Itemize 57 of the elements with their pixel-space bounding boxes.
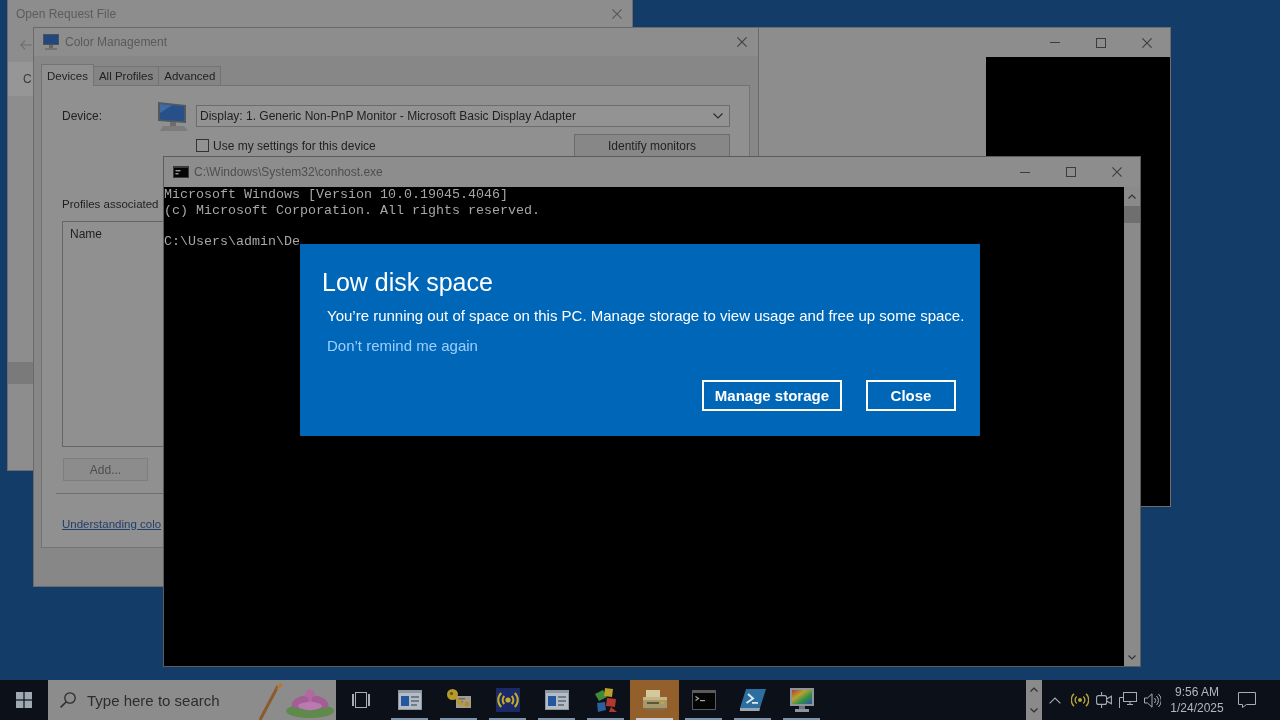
maximize-icon[interactable] xyxy=(1096,37,1106,48)
chevron-down-icon[interactable] xyxy=(1030,708,1038,713)
network-icon[interactable] xyxy=(1119,692,1137,708)
dismiss-link[interactable]: Don’t remind me again xyxy=(327,337,478,354)
device-dropdown[interactable]: Display: 1. Generic Non-PnP Monitor - Microsoft Basic Display Adapter xyxy=(196,105,730,127)
window-title: C:\Windows\System32\conhost.exe xyxy=(194,165,383,179)
column-header: C xyxy=(8,62,34,96)
search-field[interactable]: Type here to search xyxy=(48,680,336,720)
dialog-button[interactable]: Close xyxy=(866,380,956,411)
clock-time[interactable]: 9:56 AM xyxy=(1175,684,1219,700)
dialog-title: Low disk space xyxy=(322,267,493,297)
dialog-button[interactable]: Manage storage xyxy=(701,380,842,411)
monitor-icon[interactable] xyxy=(789,688,814,712)
close-icon[interactable] xyxy=(737,37,747,47)
scroll-up-icon[interactable] xyxy=(1128,194,1136,199)
chevron-up-icon[interactable] xyxy=(1030,687,1038,692)
close-icon[interactable] xyxy=(1142,37,1152,48)
dialog-message: You’re running out of space on this PC. Manage storage to view usage and free up some space. xyxy=(327,306,965,326)
key-icon[interactable] xyxy=(446,689,471,711)
printer-icon[interactable] xyxy=(642,690,667,710)
chevron-up-icon[interactable] xyxy=(1049,696,1061,704)
maximize-icon[interactable] xyxy=(1066,167,1076,177)
console-icon xyxy=(173,166,189,178)
tab[interactable]: Devices xyxy=(41,64,94,86)
windows-logo-icon[interactable] xyxy=(16,692,32,708)
terminal-icon[interactable] xyxy=(691,690,716,710)
broadcast-icon[interactable] xyxy=(1071,693,1089,707)
chevron-down-icon[interactable] xyxy=(713,113,723,119)
window-icon[interactable] xyxy=(397,690,422,710)
broadcast-icon[interactable] xyxy=(495,688,520,712)
section-label: Profiles associated xyxy=(62,197,159,211)
tab[interactable]: Advanced xyxy=(158,66,222,85)
identify-monitors-button[interactable]: Identify monitors xyxy=(574,134,730,157)
task-view-icon[interactable] xyxy=(351,692,370,708)
speaker-icon[interactable] xyxy=(1143,692,1161,708)
command-prompt: C:\Users\admin\De xyxy=(164,235,300,249)
puzzle-icon[interactable] xyxy=(594,688,617,712)
column-header: Name xyxy=(70,227,102,241)
monitor-icon xyxy=(43,34,59,50)
checkbox-label: Use my settings for this device xyxy=(213,138,376,153)
scroll-down-icon[interactable] xyxy=(1128,655,1136,660)
checkbox[interactable] xyxy=(196,139,209,152)
help-link[interactable]: Understanding colo xyxy=(62,518,162,530)
clock-date[interactable]: 1/24/2025 xyxy=(1170,700,1224,716)
close-icon[interactable] xyxy=(1112,167,1122,177)
monitor-icon xyxy=(158,101,188,131)
prompt-icon[interactable] xyxy=(739,689,766,711)
search-icon xyxy=(60,692,76,708)
console-line: Microsoft Windows [Version 10.0.19045.4046] xyxy=(164,187,508,203)
window-icon[interactable] xyxy=(544,690,569,710)
camera-icon[interactable] xyxy=(1096,692,1112,708)
minimize-icon[interactable] xyxy=(1020,171,1030,173)
scrollbar-thumb[interactable] xyxy=(1124,206,1140,223)
field-label: Device: xyxy=(62,109,103,123)
notification-icon[interactable] xyxy=(1238,692,1256,708)
flower-icon xyxy=(258,680,336,720)
console-line: (c) Microsoft Corporation. All rights reserved. xyxy=(164,203,540,219)
